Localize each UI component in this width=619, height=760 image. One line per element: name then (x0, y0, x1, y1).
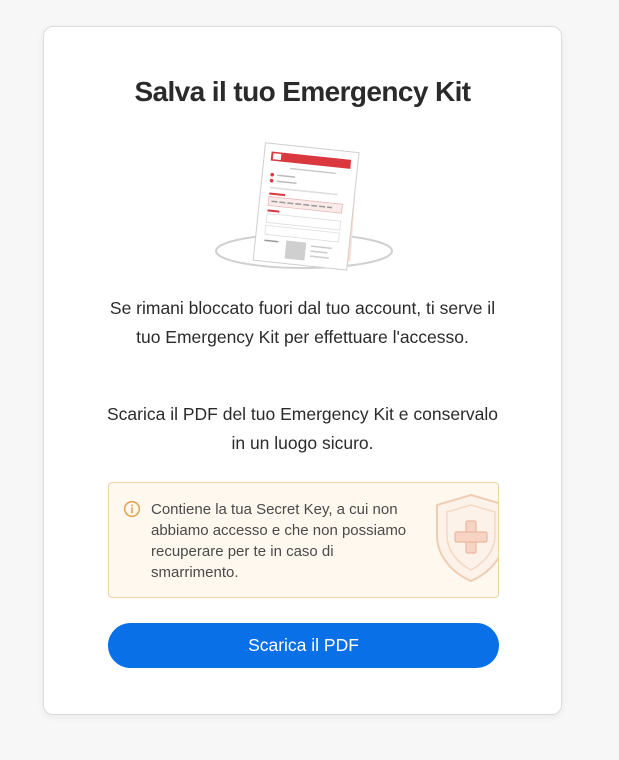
secret-key-notice: Contiene la tua Secret Key, a cui non ab… (108, 482, 499, 598)
emergency-kit-dialog: Salva il tuo Emergency Kit Se rimani blo… (43, 26, 562, 715)
shield-cross-icon (436, 493, 498, 583)
dialog-title: Salva il tuo Emergency Kit (134, 76, 471, 107)
download-pdf-button[interactable]: Scarica il PDF (108, 623, 499, 668)
instruction-paragraph: Scarica il PDF del tuo Emergency Kit e c… (107, 404, 498, 453)
info-icon (123, 500, 141, 518)
explanation-paragraph: Se rimani bloccato fuori dal tuo account… (109, 298, 496, 347)
emergency-kit-document-icon (215, 142, 393, 271)
notice-text: Contiene la tua Secret Key, a cui non ab… (151, 501, 407, 581)
